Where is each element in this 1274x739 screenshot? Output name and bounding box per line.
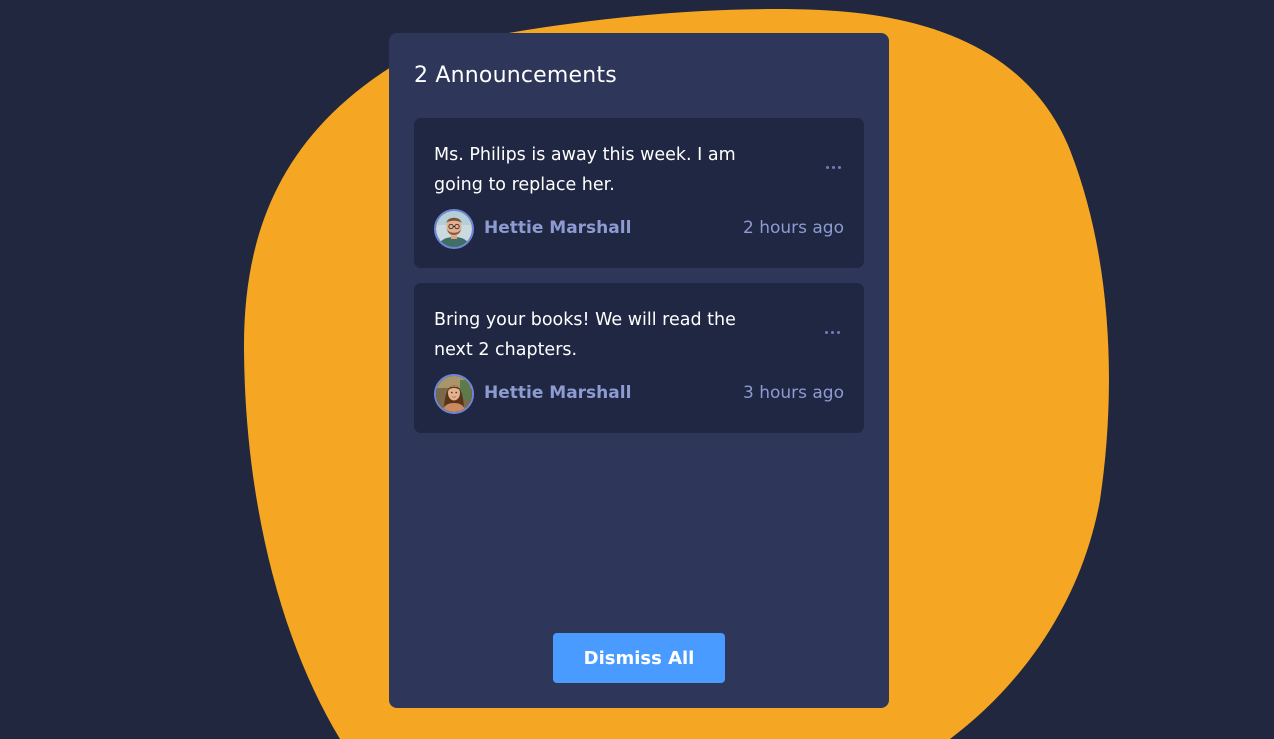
timestamp: 3 hours ago [742, 383, 844, 403]
announcement-text: Ms. Philips is away this week. I am goin… [434, 145, 736, 195]
announcements-panel: 2 Announcements Ms. Philips is away this… [389, 33, 889, 708]
more-horizontal-icon[interactable] [821, 154, 845, 180]
author-avatar [434, 209, 474, 249]
panel-title: 2 Announcements [414, 63, 617, 88]
timestamp: 2 hours ago [742, 218, 844, 238]
more-horizontal-icon[interactable] [820, 319, 844, 345]
announcement-card: Bring your books! We will read the next … [414, 283, 864, 433]
author-avatar [434, 374, 474, 414]
dismiss-all-button[interactable]: Dismiss All [553, 633, 725, 683]
announcement-text: Bring your books! We will read the next … [434, 310, 736, 360]
announcement-card: Ms. Philips is away this week. I am goin… [414, 118, 864, 268]
author-name[interactable]: Hettie Marshall [484, 216, 631, 240]
author-name[interactable]: Hettie Marshall [484, 381, 631, 405]
